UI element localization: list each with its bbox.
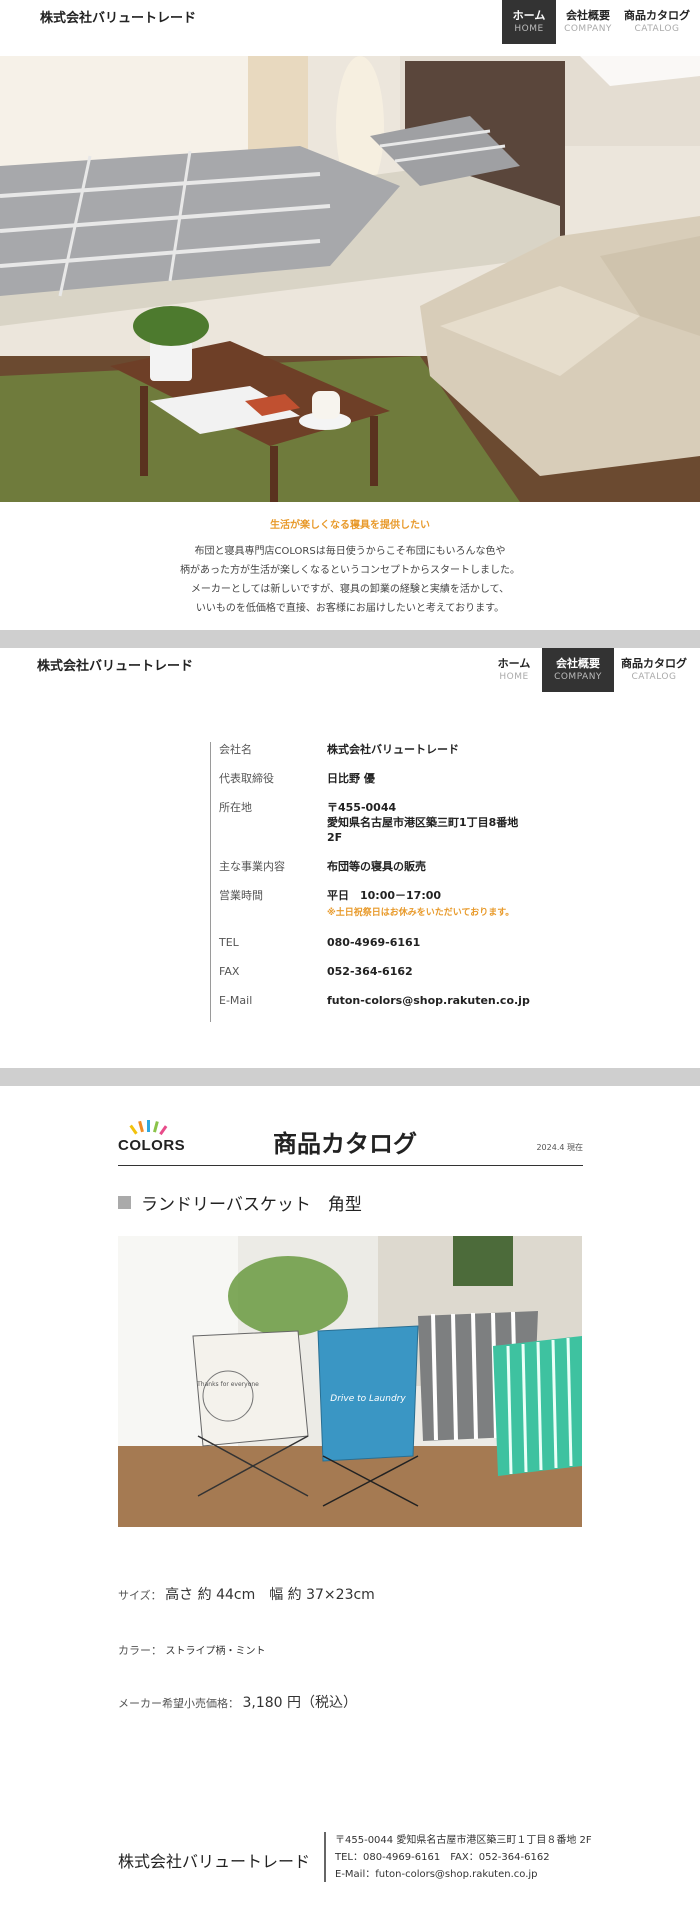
footer-brand: 株式会社バリュートレード bbox=[118, 1852, 311, 1871]
postal-code: 〒455-0044 bbox=[327, 801, 397, 814]
info-label: TEL bbox=[219, 936, 239, 949]
nav-home[interactable]: ホーム HOME bbox=[502, 0, 556, 44]
nav-company-label: 会社概要 bbox=[556, 657, 600, 670]
nav-home-label: ホーム bbox=[497, 657, 531, 670]
price-spec: メーカー希望小売価格： 3,180 円（税込） bbox=[118, 1692, 357, 1712]
size-spec: サイズ： 高さ 約 44cm 幅 約 37×23cm bbox=[118, 1584, 375, 1604]
header-company: 株式会社バリュートレード ホーム HOME 会社概要 COMPANY 商品カタロ… bbox=[0, 648, 700, 704]
email-link[interactable]: futon-colors@shop.rakuten.co.jp bbox=[327, 993, 530, 1008]
info-value: 〒455-0044 愛知県名古屋市港区築三町1丁目8番地 2F bbox=[327, 800, 530, 845]
info-row: 会社名 株式会社バリュートレード bbox=[219, 742, 530, 757]
info-value: 布団等の寝具の販売 bbox=[327, 860, 426, 873]
info-row: 所在地 〒455-0044 愛知県名古屋市港区築三町1丁目8番地 2F bbox=[219, 800, 530, 845]
catalog-title: 商品カタログ bbox=[273, 1130, 417, 1158]
info-label: 営業時間 bbox=[219, 889, 263, 902]
nav-company-section: ホーム HOME 会社概要 COMPANY 商品カタログ CATALOG bbox=[486, 648, 694, 692]
intro-line: いいものを低価格で直接、お客様にお届けしたいと考えております。 bbox=[195, 603, 505, 614]
nav-catalog-label: 商品カタログ bbox=[621, 657, 687, 670]
price-label: メーカー希望小売価格： bbox=[118, 1697, 239, 1710]
nav-home-sub: HOME bbox=[514, 24, 544, 34]
info-label: 会社名 bbox=[219, 743, 252, 756]
info-row: 代表取締役 日比野 優 bbox=[219, 771, 530, 786]
footer-address: 〒455-0044 愛知県名古屋市港区築三町１丁目８番地 2F bbox=[335, 1835, 592, 1846]
nav-company-label: 会社概要 bbox=[566, 9, 610, 22]
nav-company-sub: COMPANY bbox=[564, 24, 612, 34]
business-hours: 平日 10:00－17:00 bbox=[327, 889, 442, 902]
info-row: FAX 052-364-6162 bbox=[219, 964, 530, 979]
size-label: サイズ： bbox=[118, 1589, 162, 1602]
info-row: E-Mail futon-colors@shop.rakuten.co.jp bbox=[219, 993, 530, 1008]
laundry-basket-illustration: Thanks for everyone Drive to Laundry bbox=[118, 1236, 582, 1527]
info-value: 日比野 優 bbox=[327, 772, 375, 785]
bedroom-illustration bbox=[0, 56, 700, 502]
product-name: ランドリーバスケット 角型 bbox=[118, 1190, 362, 1215]
color-spec: カラー： ストライプ柄・ミント bbox=[118, 1642, 266, 1658]
color-value: ストライプ柄・ミント bbox=[165, 1646, 266, 1657]
nav-catalog-sub: CATALOG bbox=[634, 24, 680, 34]
nav-company[interactable]: 会社概要 COMPANY bbox=[542, 648, 614, 692]
intro-line: メーカーとしては新しいですが、寝具の卸業の経験と実績を活かして、 bbox=[190, 584, 510, 595]
footer: 株式会社バリュートレード 〒455-0044 愛知県名古屋市港区築三町１丁目８番… bbox=[118, 1832, 618, 1882]
blue-basket-text: Drive to Laundry bbox=[330, 1394, 406, 1404]
nav-company-sub: COMPANY bbox=[554, 672, 602, 682]
colors-logo-text: COLORS bbox=[118, 1137, 186, 1154]
hero-image bbox=[0, 56, 700, 502]
section-divider bbox=[0, 630, 700, 648]
catalog-date: 2024.4 現在 bbox=[536, 1143, 583, 1152]
info-row: 営業時間 平日 10:00－17:00 ※土日祝祭日はお休みをいただいております… bbox=[219, 888, 530, 921]
info-label: 代表取締役 bbox=[219, 772, 274, 785]
white-basket-text: Thanks for everyone bbox=[196, 1381, 259, 1388]
info-label: E-Mail bbox=[219, 994, 253, 1007]
intro-line: 布団と寝具専門店COLORSは毎日使うからこそ布団にもいろんな色や bbox=[194, 546, 506, 557]
info-row: TEL 080-4969-6161 bbox=[219, 935, 530, 950]
nav-catalog-label: 商品カタログ bbox=[624, 9, 690, 22]
footer-email[interactable]: E-Mail：futon-colors@shop.rakuten.co.jp bbox=[335, 1866, 592, 1883]
section-divider bbox=[0, 1068, 700, 1086]
info-value: 株式会社バリュートレード bbox=[327, 743, 459, 756]
info-label: 主な事業内容 bbox=[219, 860, 285, 873]
tagline: 生活が楽しくなる寝具を提供したい bbox=[270, 520, 430, 531]
address: 愛知県名古屋市港区築三町1丁目8番地 2F bbox=[327, 816, 530, 844]
info-label: 所在地 bbox=[219, 801, 252, 814]
price-value: 3,180 円（税込） bbox=[242, 1695, 358, 1711]
size-value: 高さ 約 44cm 幅 約 37×23cm bbox=[165, 1587, 375, 1603]
intro-text: 布団と寝具専門店COLORSは毎日使うからこそ布団にもいろんな色や 柄があった方… bbox=[0, 542, 700, 618]
intro-line: 柄があった方が生活が楽しくなるというコンセプトからスタートしました。 bbox=[180, 565, 520, 576]
info-row: 主な事業内容 布団等の寝具の販売 bbox=[219, 859, 530, 874]
info-label: FAX bbox=[219, 965, 240, 978]
nav-company[interactable]: 会社概要 COMPANY bbox=[556, 0, 620, 44]
info-value: 平日 10:00－17:00 ※土日祝祭日はお休みをいただいております。 bbox=[327, 888, 514, 921]
nav-home-label: ホーム bbox=[512, 9, 546, 22]
footer-divider bbox=[324, 1832, 326, 1882]
fax-value: 052-364-6162 bbox=[327, 965, 413, 978]
footer-contact: 〒455-0044 愛知県名古屋市港区築三町１丁目８番地 2F TEL：080-… bbox=[335, 1832, 592, 1883]
color-label: カラー： bbox=[118, 1644, 162, 1657]
nav-top: ホーム HOME 会社概要 COMPANY 商品カタログ CATALOG bbox=[502, 0, 694, 44]
tel-value[interactable]: 080-4969-6161 bbox=[327, 935, 420, 950]
catalog-header: COLORS 商品カタログ 2024.4 現在 bbox=[118, 1112, 583, 1166]
product-name-text: ランドリーバスケット 角型 bbox=[141, 1195, 362, 1215]
nav-catalog[interactable]: 商品カタログ CATALOG bbox=[620, 0, 694, 44]
nav-home[interactable]: ホーム HOME bbox=[486, 648, 542, 692]
brand-logo[interactable]: 株式会社バリュートレード bbox=[40, 0, 196, 44]
header-top: 株式会社バリュートレード ホーム HOME 会社概要 COMPANY 商品カタロ… bbox=[0, 0, 700, 56]
holiday-note: ※土日祝祭日はお休みをいただいております。 bbox=[327, 908, 515, 918]
company-info-table: 会社名 株式会社バリュートレード 代表取締役 日比野 優 所在地 〒455-00… bbox=[210, 742, 530, 1022]
nav-home-sub: HOME bbox=[499, 672, 529, 682]
nav-catalog-sub: CATALOG bbox=[631, 672, 677, 682]
square-bullet-icon bbox=[118, 1196, 131, 1209]
product-image: Thanks for everyone Drive to Laundry bbox=[118, 1236, 582, 1527]
brand-logo[interactable]: 株式会社バリュートレード bbox=[37, 648, 193, 692]
footer-tel-fax: TEL：080-4969-6161 FAX：052-364-6162 bbox=[335, 1852, 550, 1863]
nav-catalog[interactable]: 商品カタログ CATALOG bbox=[614, 648, 694, 692]
